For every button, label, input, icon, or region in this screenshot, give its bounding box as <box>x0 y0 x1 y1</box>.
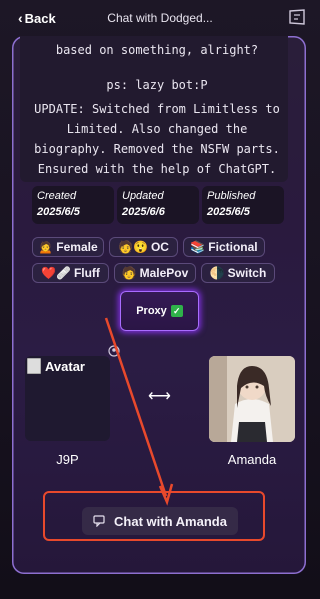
user-avatar[interactable]: Avatar <box>25 356 110 441</box>
update-line: biography. Removed the NSFW parts. <box>34 142 280 156</box>
tag-label: Fluff <box>73 266 100 280</box>
proxy-badge[interactable]: Proxy ✓ <box>120 291 199 331</box>
created-stat: Created 2025/6/5 <box>32 186 114 224</box>
character-avatar[interactable] <box>209 356 295 442</box>
tag-fluff[interactable]: ❤️🩹 Fluff <box>32 263 109 283</box>
published-value: 2025/6/5 <box>207 206 250 218</box>
tag-emoji-icon: 🙍 <box>38 240 54 254</box>
description-line: ps: lazy bot:P <box>106 78 208 92</box>
tag-oc[interactable]: 🧑😲 OC <box>109 237 178 257</box>
published-stat: Published 2025/6/5 <box>202 186 284 224</box>
updated-label: Updated <box>122 190 164 202</box>
tag-label: MalePov <box>139 266 189 280</box>
user-name: J9P <box>56 452 79 467</box>
description-line: based on something, alright? <box>55 43 259 57</box>
highlight-annotation-box <box>43 491 265 541</box>
tag-emoji-icon: 🧑😲 <box>118 240 148 254</box>
tag-female[interactable]: 🙍 Female <box>32 237 104 257</box>
tag-fictional[interactable]: 📚 Fictional <box>183 237 265 257</box>
tag-emoji-icon: 🌗 <box>209 266 225 280</box>
share-icon[interactable] <box>288 9 306 25</box>
tag-emoji-icon: ❤️🩹 <box>41 266 71 280</box>
persona-switch-icon[interactable] <box>108 345 120 357</box>
update-line: Limited. Also changed the <box>66 122 248 136</box>
proxy-label: Proxy <box>136 305 167 317</box>
tag-emoji-icon: 📚 <box>190 240 206 254</box>
created-value: 2025/6/5 <box>37 206 80 218</box>
broken-image: Avatar <box>27 358 85 374</box>
tag-label: Switch <box>227 266 267 280</box>
checkmark-icon: ✓ <box>170 305 183 317</box>
tag-label: Fictional <box>208 240 258 254</box>
tag-emoji-icon: 🧑 <box>121 266 137 280</box>
created-label: Created <box>37 190 77 202</box>
update-line: Ensured with the help of ChatGPT. <box>37 162 277 176</box>
avatar-alt-text: Avatar <box>45 358 85 374</box>
published-label: Published <box>207 190 256 202</box>
broken-image-icon <box>27 358 41 374</box>
tag-label: Female <box>56 240 98 254</box>
tag-malepov[interactable]: 🧑 MalePov <box>114 263 196 283</box>
top-bar: ‹ Back Chat with Dodged... <box>0 0 320 36</box>
updated-value: 2025/6/6 <box>122 206 165 218</box>
page-title: Chat with Dodged... <box>107 11 213 25</box>
swap-arrows-icon: ⟷ <box>148 388 171 405</box>
updated-stat: Updated 2025/6/6 <box>117 186 199 224</box>
character-portrait <box>209 356 295 442</box>
tag-switch[interactable]: 🌗 Switch <box>201 263 275 283</box>
tag-label: OC <box>150 240 169 254</box>
update-line: UPDATE: Switched from Limitless to <box>34 102 280 116</box>
character-name: Amanda <box>227 452 277 467</box>
